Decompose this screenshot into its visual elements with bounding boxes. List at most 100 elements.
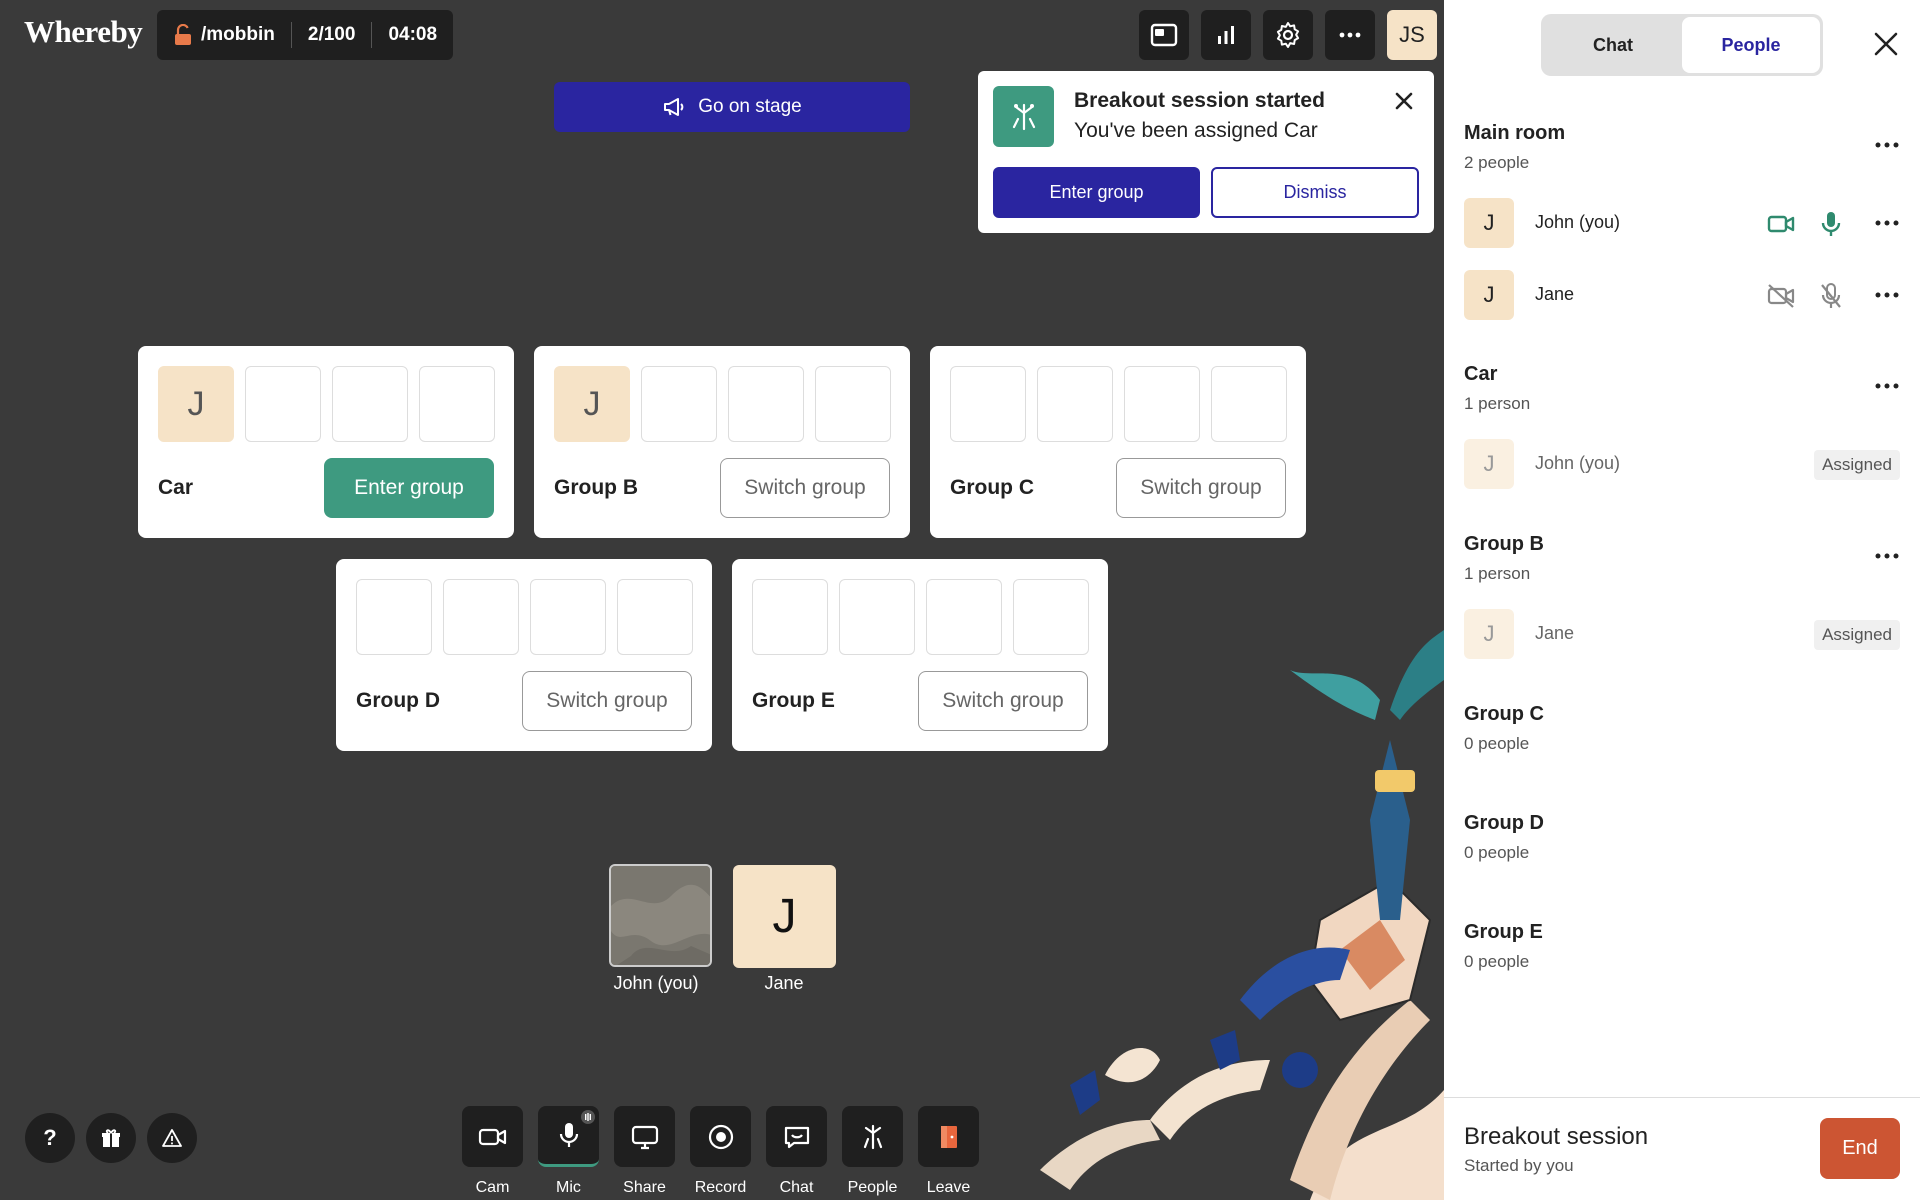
- switch-group-button[interactable]: Switch group: [522, 671, 692, 731]
- more-dots-icon[interactable]: [1874, 140, 1900, 150]
- signal-bars-icon: [1218, 26, 1234, 44]
- call-toolbar: Cam Mic Share Record Chat People Leave: [462, 1106, 979, 1197]
- cam-control: Cam: [462, 1106, 523, 1197]
- settings-button[interactable]: [1263, 10, 1313, 60]
- report-issue-button[interactable]: [147, 1113, 197, 1163]
- empty-slot: [1211, 366, 1287, 442]
- avatar: J: [1464, 609, 1514, 659]
- room-info-bar: /mobbin 2/100 04:08: [157, 10, 454, 60]
- gift-button[interactable]: [86, 1113, 136, 1163]
- leave-door-icon: [940, 1125, 957, 1148]
- section-title: Group E: [1464, 921, 1543, 943]
- empty-slot: [617, 579, 693, 655]
- group-card-car: J Car Enter group: [138, 346, 514, 538]
- pip-button[interactable]: [1139, 10, 1189, 60]
- group-slots: J: [554, 366, 891, 442]
- empty-slot: [419, 366, 495, 442]
- group-card-b: J Group B Switch group: [534, 346, 910, 538]
- more-dots-icon[interactable]: [1874, 290, 1900, 300]
- close-panel-icon[interactable]: [1872, 30, 1900, 58]
- camera-off-icon[interactable]: [1766, 281, 1796, 311]
- people-button[interactable]: [842, 1106, 903, 1167]
- avatar: J: [1464, 270, 1514, 320]
- empty-slot: [926, 579, 1002, 655]
- member-name: John (you): [1535, 453, 1621, 473]
- chat-button[interactable]: [766, 1106, 827, 1167]
- share-control: Share: [614, 1106, 675, 1197]
- panel-tabs: Chat People: [1541, 14, 1823, 76]
- tab-people[interactable]: People: [1682, 17, 1820, 73]
- more-dots-icon[interactable]: [1874, 381, 1900, 391]
- breakout-session-subtitle: Started by you: [1464, 1156, 1574, 1175]
- end-breakout-button[interactable]: End: [1820, 1118, 1900, 1179]
- participant-tile-jane[interactable]: J: [733, 865, 836, 968]
- section-title: Group B: [1464, 533, 1544, 555]
- breakout-session-title: Breakout session: [1464, 1123, 1649, 1150]
- notification-title: Breakout session started: [1074, 89, 1325, 112]
- more-dots-icon[interactable]: [1874, 551, 1900, 561]
- audio-level-icon: [581, 1110, 595, 1124]
- status-badge: Assigned: [1814, 450, 1900, 480]
- record-control: Record: [690, 1106, 751, 1197]
- member-row-john: J John (you): [1464, 198, 1900, 248]
- leave-label: Leave: [926, 1179, 971, 1196]
- enter-group-button[interactable]: Enter group: [324, 458, 494, 518]
- video-camera-icon: [478, 1128, 506, 1145]
- people-panel: Chat People Main room 2 people J John (y…: [1444, 0, 1920, 1200]
- section-title: Group C: [1464, 703, 1544, 725]
- empty-slot: [356, 579, 432, 655]
- section-count: 0 people: [1464, 734, 1530, 753]
- participant-video-john[interactable]: [609, 864, 712, 967]
- section-count: 0 people: [1464, 843, 1530, 862]
- go-on-stage-button[interactable]: Go on stage: [554, 82, 910, 132]
- section-title: Group D: [1464, 812, 1544, 834]
- close-icon[interactable]: [1392, 89, 1416, 113]
- empty-slot: [752, 579, 828, 655]
- leave-control: Leave: [918, 1106, 979, 1197]
- section-group-e: Group E 0 people: [1464, 921, 1900, 972]
- leave-button[interactable]: [918, 1106, 979, 1167]
- people-control: People: [842, 1106, 903, 1197]
- chat-label: Chat: [779, 1179, 814, 1196]
- empty-slot: [1037, 366, 1113, 442]
- mic-button[interactable]: [538, 1106, 599, 1167]
- empty-slot: [728, 366, 804, 442]
- room-name[interactable]: /mobbin: [157, 22, 292, 48]
- group-name: Group D: [356, 689, 440, 712]
- group-name: Group E: [752, 689, 835, 712]
- participant-slot: J: [158, 366, 234, 442]
- screen-share-icon: [631, 1125, 658, 1149]
- mic-on-icon[interactable]: [1816, 209, 1846, 239]
- group-slots: [356, 579, 693, 655]
- cam-label: Cam: [475, 1179, 510, 1196]
- share-label: Share: [623, 1179, 666, 1196]
- empty-slot: [950, 366, 1026, 442]
- mic-label: Mic: [556, 1179, 581, 1196]
- more-button[interactable]: [1325, 10, 1375, 60]
- stats-button[interactable]: [1201, 10, 1251, 60]
- user-avatar[interactable]: JS: [1387, 10, 1437, 60]
- microphone-icon: [559, 1123, 578, 1147]
- room-name-label: /mobbin: [201, 24, 275, 45]
- member-name: Jane: [1535, 623, 1575, 643]
- switch-group-button[interactable]: Switch group: [720, 458, 890, 518]
- section-count: 1 person: [1464, 394, 1531, 413]
- gift-icon: [102, 1129, 120, 1147]
- camera-on-icon[interactable]: [1766, 209, 1796, 239]
- mic-off-icon[interactable]: [1816, 281, 1846, 311]
- help-button[interactable]: ?: [25, 1113, 75, 1163]
- group-name: Car: [158, 476, 194, 499]
- more-dots-icon[interactable]: [1874, 218, 1900, 228]
- section-count: 2 people: [1464, 153, 1530, 172]
- record-button[interactable]: [690, 1106, 751, 1167]
- assigned-row-john: J John (you) Assigned: [1464, 439, 1900, 489]
- notification-dismiss-button[interactable]: Dismiss: [1211, 167, 1419, 218]
- share-button[interactable]: [614, 1106, 675, 1167]
- cam-button[interactable]: [462, 1106, 523, 1167]
- tab-chat[interactable]: Chat: [1544, 17, 1682, 73]
- section-title: Car: [1464, 363, 1498, 385]
- participant-name-john: John (you): [613, 973, 699, 993]
- switch-group-button[interactable]: Switch group: [1116, 458, 1286, 518]
- picture-in-picture-icon: [1150, 23, 1178, 47]
- notification-enter-group-button[interactable]: Enter group: [993, 167, 1200, 218]
